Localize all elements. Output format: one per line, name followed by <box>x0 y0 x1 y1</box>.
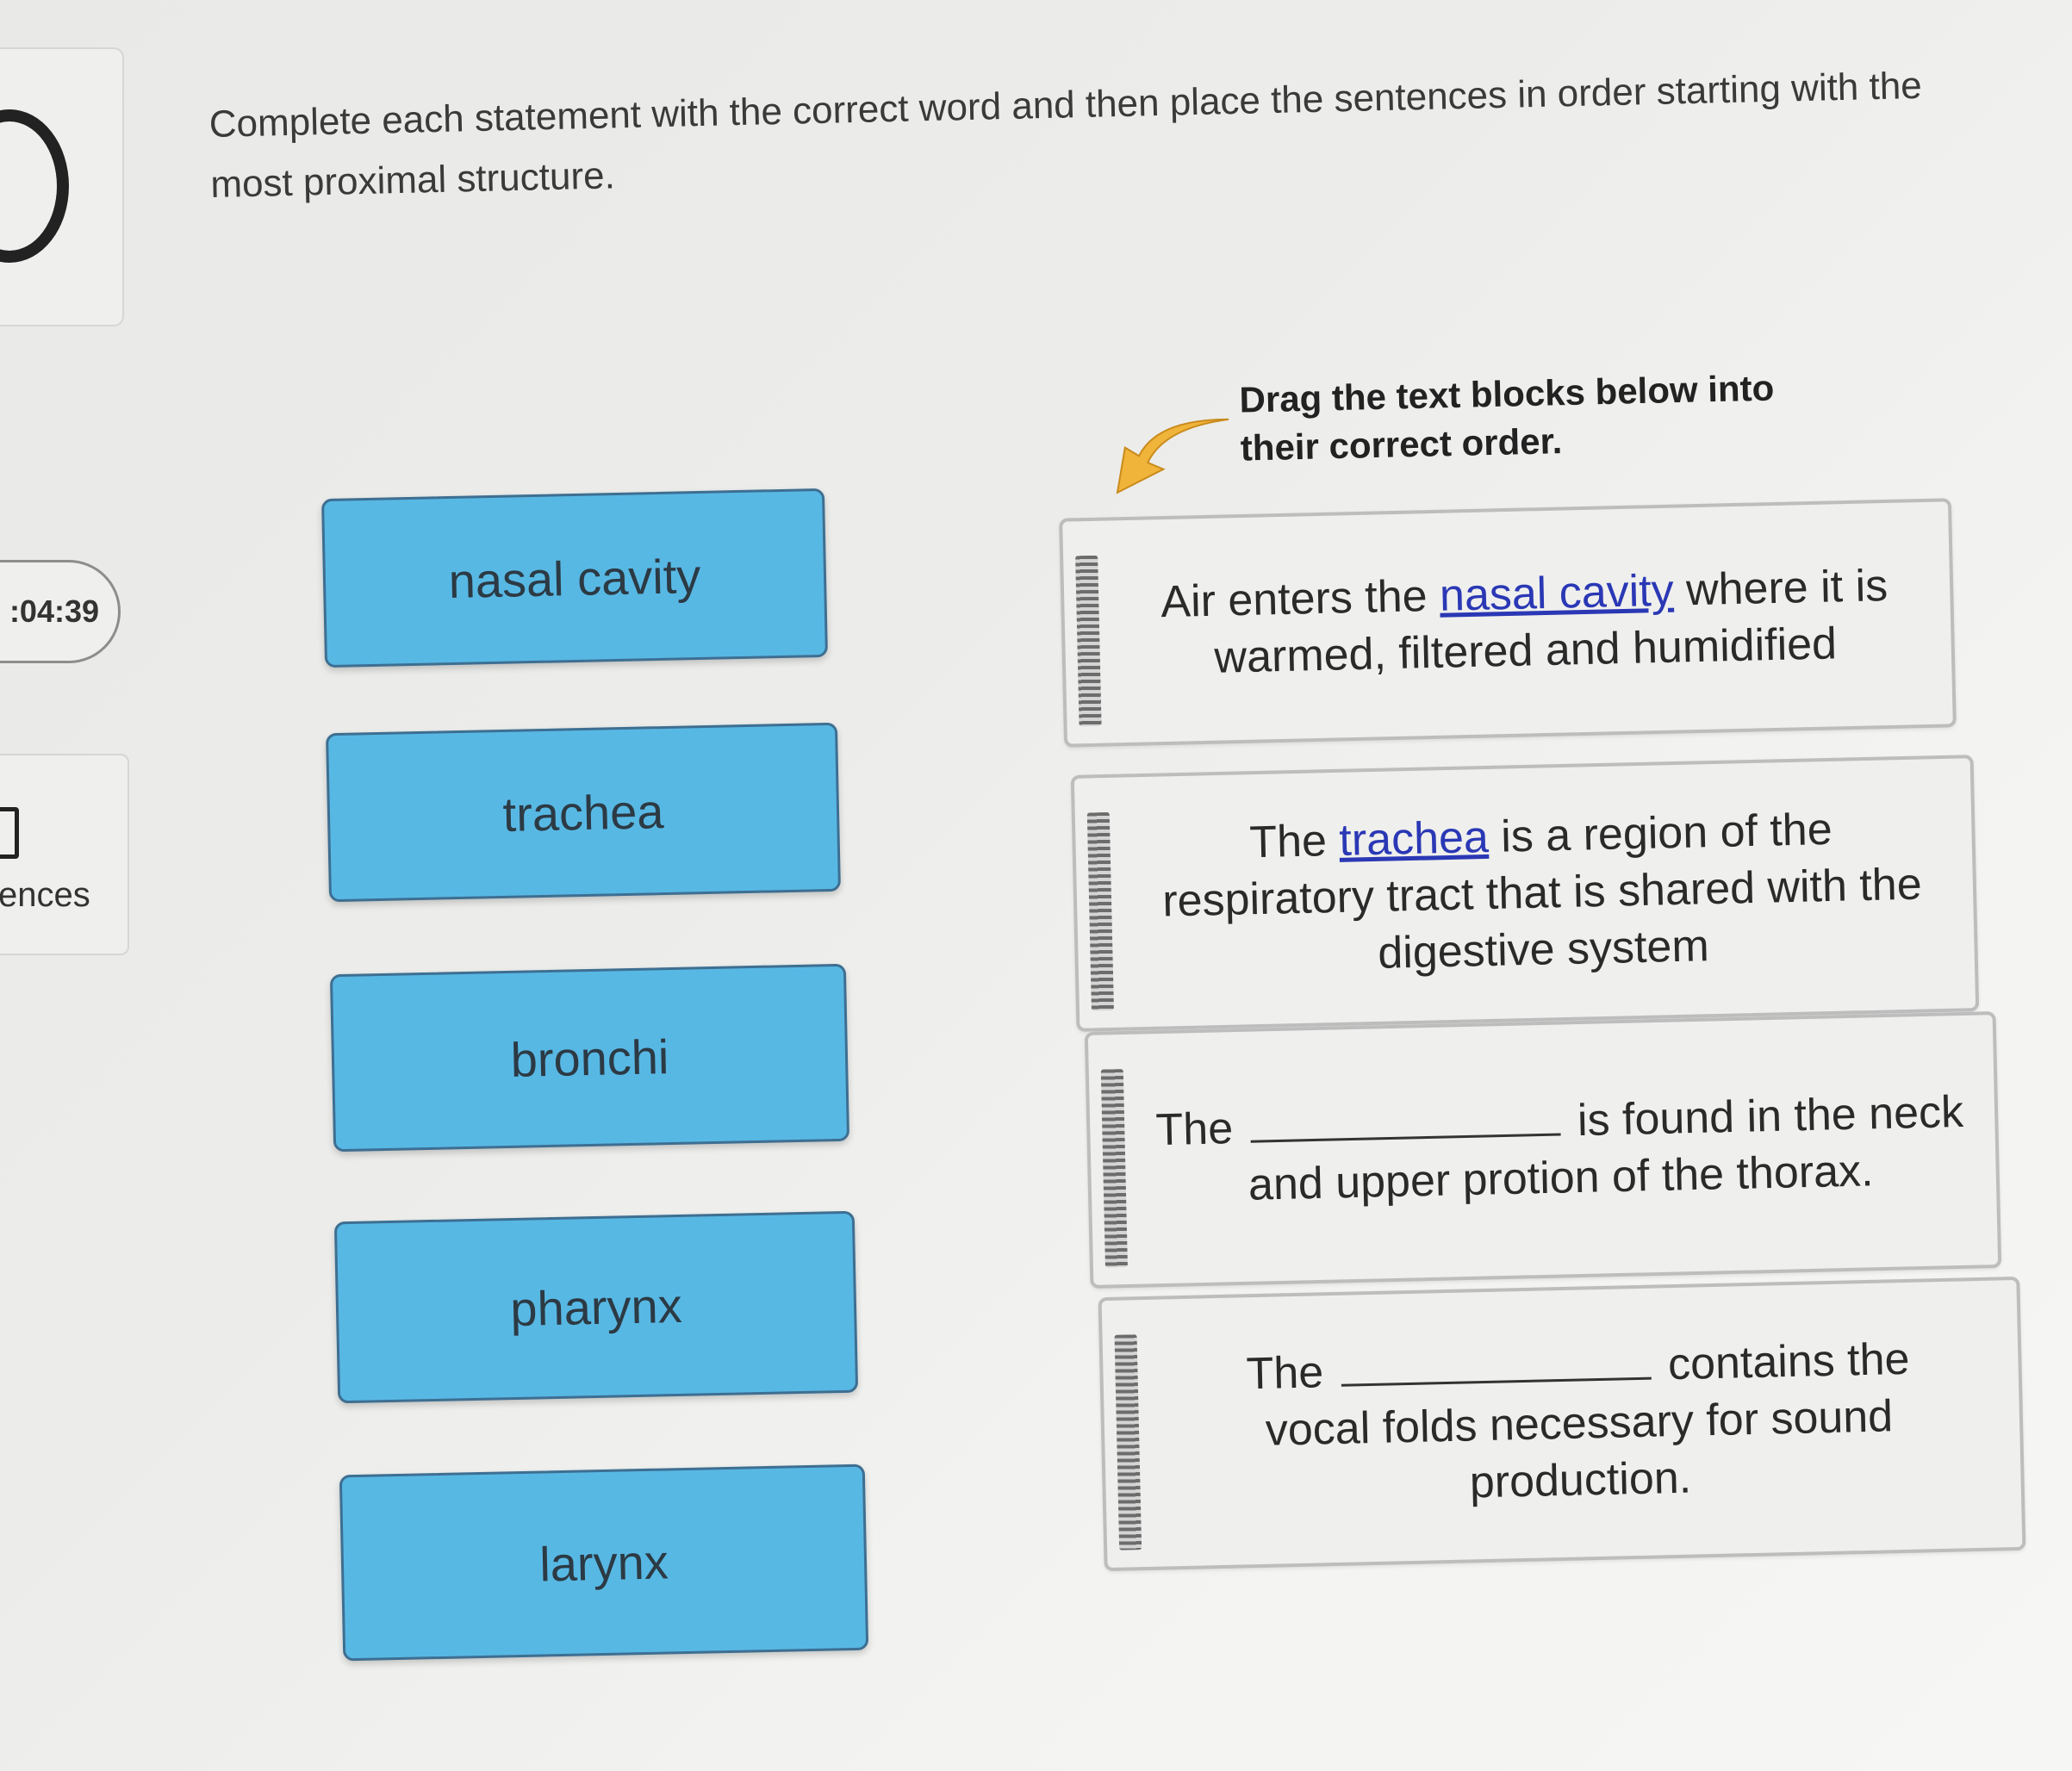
filled-answer[interactable]: nasal cavity <box>1439 566 1674 621</box>
timer[interactable]: :04:39 <box>0 560 121 663</box>
word-label: bronchi <box>510 1028 669 1087</box>
drag-handle-icon[interactable] <box>1100 1069 1128 1268</box>
word-block-nasal-cavity[interactable]: nasal cavity <box>321 488 828 668</box>
left-rail: :04:39 ences <box>0 0 129 1771</box>
drag-handle-icon[interactable] <box>1075 555 1102 727</box>
sentence-block-4[interactable]: The contains the vocal folds necessary fo… <box>1098 1276 2026 1572</box>
timer-value: :04:39 <box>9 593 99 629</box>
word-label: larynx <box>538 1533 669 1592</box>
question-instructions: Complete each statement with the correct… <box>208 64 1923 206</box>
sentence-before: The <box>1248 816 1328 868</box>
app-logo-icon <box>0 109 69 263</box>
answer-blank[interactable] <box>1340 1342 1652 1387</box>
sentence-block-3[interactable]: The is found in the neck and upper protio… <box>1084 1011 2002 1289</box>
sentence-text: The contains the vocal folds necessary fo… <box>1162 1281 1997 1567</box>
sentence-block-2[interactable]: The trachea is a region of the respirato… <box>1070 755 1980 1032</box>
sentence-text: Air enters the nasal cavity where it is … <box>1123 502 1927 743</box>
sentence-before: The <box>1154 1103 1234 1156</box>
book-icon <box>0 807 19 859</box>
references-button[interactable]: ences <box>0 754 129 955</box>
references-label: ences <box>0 876 90 914</box>
app-logo-card <box>0 47 124 326</box>
sentence-text: The is found in the neck and upper protio… <box>1148 1016 1972 1283</box>
word-label: pharynx <box>509 1277 683 1337</box>
sentence-before: The <box>1245 1347 1324 1400</box>
word-label: nasal cavity <box>448 548 701 608</box>
word-block-trachea[interactable]: trachea <box>326 722 841 903</box>
word-block-larynx[interactable]: larynx <box>339 1463 869 1662</box>
sentence-text: The trachea is a region of the respirato… <box>1135 759 1950 1027</box>
drag-handle-icon[interactable] <box>1114 1334 1142 1550</box>
drag-hint: Drag the text blocks below into their co… <box>1111 362 1887 494</box>
answer-blank[interactable] <box>1249 1098 1561 1143</box>
word-label: trachea <box>501 783 665 842</box>
arrow-icon <box>1116 418 1229 494</box>
drag-hint-text: Drag the text blocks below into their co… <box>1239 367 1775 469</box>
drag-handle-icon[interactable] <box>1086 811 1114 1011</box>
word-block-bronchi[interactable]: bronchi <box>329 963 850 1153</box>
word-block-pharynx[interactable]: pharynx <box>333 1210 859 1404</box>
sentence-before: Air enters the <box>1160 571 1428 628</box>
sentence-block-1[interactable]: Air enters the nasal cavity where it is … <box>1059 498 1957 748</box>
filled-answer[interactable]: trachea <box>1339 812 1490 866</box>
